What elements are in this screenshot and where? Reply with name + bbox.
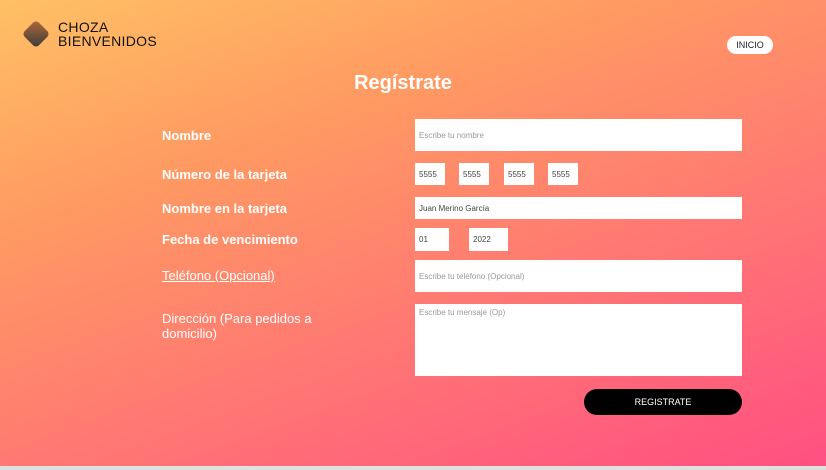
card-number-part-3[interactable]: [504, 163, 534, 185]
logo-diamond-icon: [21, 19, 51, 49]
card-number-part-2[interactable]: [459, 163, 489, 185]
brand-line-1: CHOZA: [58, 19, 109, 35]
registrate-button[interactable]: REGISTRATE: [584, 389, 742, 415]
card-number-label: Número de la tarjeta: [162, 167, 287, 182]
card-number-part-4[interactable]: [548, 163, 578, 185]
nombre-label: Nombre: [162, 128, 212, 143]
card-name-input[interactable]: [415, 197, 742, 219]
telefono-label[interactable]: Teléfono (Opcional): [162, 268, 275, 283]
card-name-label: Nombre en la tarjeta: [162, 201, 287, 216]
expiry-year-input[interactable]: [469, 228, 508, 251]
inicio-button[interactable]: INICIO: [727, 36, 773, 54]
brand-line-2: BIENVENIDOS: [58, 33, 157, 49]
page-title: Regístrate: [354, 72, 452, 94]
brand-logo[interactable]: CHOZA BIENVENIDOS: [21, 19, 157, 49]
telefono-input[interactable]: [415, 260, 742, 292]
direccion-label: Dirección (Para pedidos a domicilio): [162, 311, 312, 341]
expiry-month-input[interactable]: [415, 228, 449, 251]
card-number-part-1[interactable]: [415, 163, 445, 185]
bottom-divider: [0, 466, 826, 470]
brand-name: CHOZA BIENVENIDOS: [58, 20, 157, 48]
expiry-label: Fecha de vencimiento: [162, 232, 298, 247]
nombre-input[interactable]: [415, 119, 742, 151]
direccion-textarea[interactable]: [415, 304, 742, 376]
